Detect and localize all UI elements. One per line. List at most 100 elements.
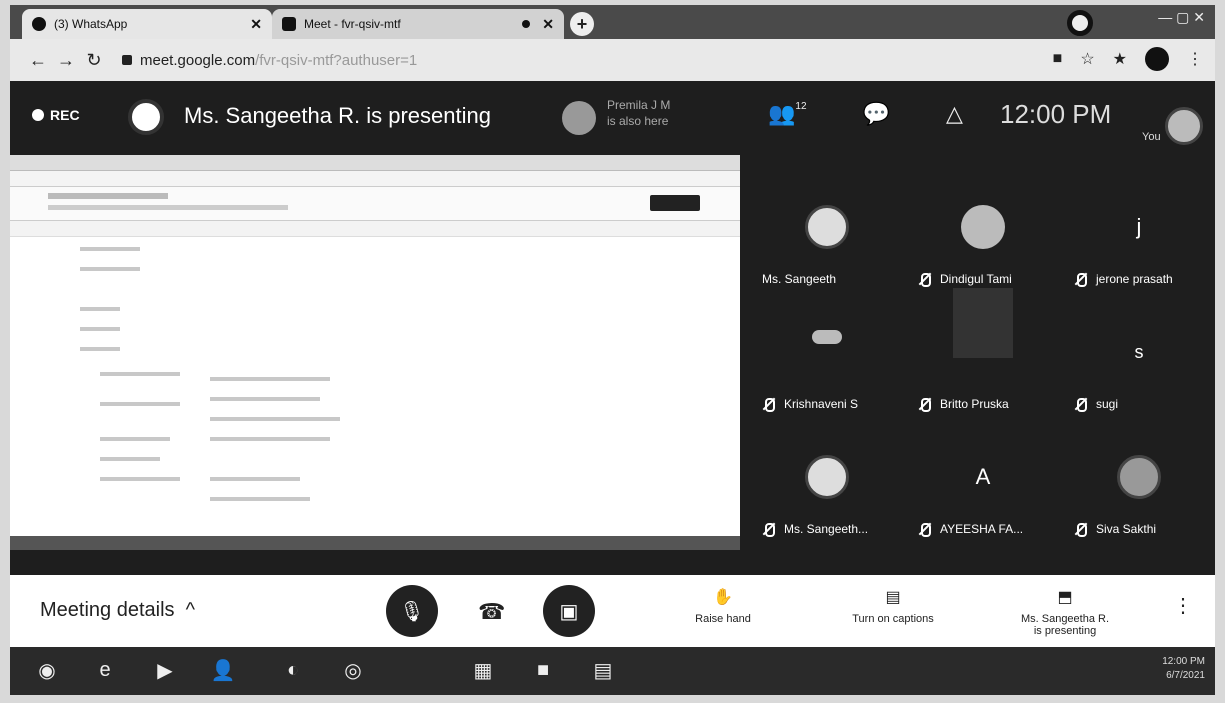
- participant-tile[interactable]: Siva Sakthi: [1064, 425, 1214, 550]
- star-icon[interactable]: ☆: [1080, 49, 1094, 69]
- participant-tile[interactable]: A AYEESHA FA...: [908, 425, 1058, 550]
- shared-toolbar: [10, 221, 740, 237]
- user-app-icon[interactable]: 👤: [208, 655, 238, 685]
- participant-name-row: Britto Pruska: [918, 397, 1009, 412]
- os-taskbar: ◉ e ▶ 👤 ◐ ◎ ▦ ■ ▤ 12:00 PM 6/7/2021: [10, 647, 1215, 695]
- participant-name: Siva Sakthi: [1096, 522, 1157, 536]
- participant-avatar: j: [1136, 214, 1142, 239]
- participant-video: [953, 288, 1013, 358]
- lock-icon: [122, 55, 132, 65]
- meeting-details-button[interactable]: Meeting details ^: [40, 599, 195, 622]
- participant-name-row: Siva Sakthi: [1074, 522, 1157, 537]
- camera-toggle-button[interactable]: ▣: [543, 585, 595, 637]
- recording-badge: REC: [32, 107, 80, 123]
- shared-share-button: [650, 195, 700, 211]
- window-controls[interactable]: — ▢ ✕: [1105, 9, 1205, 33]
- system-tray[interactable]: 12:00 PM 6/7/2021: [1162, 655, 1205, 683]
- account-avatar[interactable]: [1145, 47, 1169, 71]
- menu-icon[interactable]: ⋮: [1187, 49, 1203, 69]
- media-player-icon[interactable]: ▶: [150, 655, 180, 685]
- url-path: /fvr-qsiv-mtf?authuser=1: [255, 51, 418, 69]
- participant-name: Ms. Sangeeth: [762, 272, 837, 286]
- presenting-note: is presenting: [1033, 625, 1097, 637]
- chat-icon[interactable]: 💬: [863, 101, 890, 127]
- close-icon[interactable]: ✕: [250, 16, 262, 33]
- back-icon[interactable]: ←: [24, 50, 52, 71]
- participant-tile[interactable]: Dindigul Tami: [908, 175, 1058, 300]
- browser-actions: ■ ☆ ★ ⋮: [1053, 47, 1203, 71]
- profile-icon[interactable]: [1067, 10, 1093, 36]
- firefox-icon[interactable]: ◐: [278, 655, 308, 685]
- participant-name-row: sugi: [1074, 397, 1118, 412]
- record-dot-icon: [32, 109, 44, 121]
- present-screen-icon: ⬒: [1057, 589, 1073, 606]
- shared-doc-title: [48, 193, 168, 199]
- participant-name: Krishnaveni S: [784, 397, 859, 411]
- hand-icon: ✋: [713, 589, 733, 606]
- also-here-note: is also here: [607, 114, 669, 128]
- raise-hand-button[interactable]: ✋ Raise hand: [678, 587, 768, 625]
- mic-toggle-button[interactable]: 🎙: [386, 585, 438, 637]
- participant-avatar: A: [975, 464, 991, 489]
- activities-icon[interactable]: △: [946, 101, 963, 127]
- captions-icon: ▤: [885, 589, 901, 606]
- chrome-icon[interactable]: ◎: [338, 655, 368, 685]
- recording-indicator-icon: [522, 20, 531, 28]
- tab-meet[interactable]: Meet - fvr-qsiv-mtf ✕: [272, 9, 564, 39]
- participant-tile[interactable]: j jerone prasath: [1064, 175, 1214, 300]
- meeting-clock: 12:00 PM: [1000, 99, 1112, 129]
- also-here-name: Premila J M: [607, 98, 671, 112]
- participant-tile[interactable]: Ms. Sangeeth: [752, 175, 902, 300]
- reload-icon[interactable]: ↻: [80, 50, 108, 71]
- forward-icon[interactable]: →: [52, 50, 80, 71]
- also-here-avatar: [562, 101, 596, 135]
- participant-tile[interactable]: Britto Pruska: [908, 288, 1058, 425]
- participant-tile[interactable]: s sugi: [1064, 300, 1214, 425]
- participant-tile[interactable]: Krishnaveni S: [752, 300, 902, 425]
- captions-button[interactable]: ▤ Turn on captions: [828, 587, 958, 625]
- shared-taskbar: [10, 536, 740, 550]
- new-tab-button[interactable]: +: [570, 12, 594, 36]
- whatsapp-icon: [32, 17, 46, 31]
- tray-time: 12:00 PM: [1162, 656, 1205, 667]
- internet-explorer-icon[interactable]: e: [90, 655, 120, 685]
- people-icon: 👥: [768, 101, 796, 126]
- calendar-icon[interactable]: ▦: [468, 655, 498, 685]
- mic-off-icon: [918, 273, 931, 287]
- participant-name-row: Krishnaveni S: [762, 397, 859, 412]
- extensions-icon[interactable]: ★: [1113, 49, 1127, 69]
- presenting-name: Ms. Sangeetha R.: [1020, 613, 1110, 625]
- participant-name-row: Ms. Sangeeth: [762, 272, 836, 286]
- url-field[interactable]: meet.google.com/fvr-qsiv-mtf?authuser=1: [122, 52, 417, 69]
- presenting-button[interactable]: ⬒ Ms. Sangeetha R. is presenting: [1000, 587, 1130, 637]
- captions-label: Turn on captions: [852, 613, 934, 625]
- participant-name: Britto Pruska: [940, 397, 1009, 411]
- participant-name: Ms. Sangeeth...: [784, 522, 869, 536]
- mic-off-icon: [762, 398, 775, 412]
- video-app-icon[interactable]: ■: [528, 655, 558, 685]
- camera-indicator-icon[interactable]: ■: [1053, 50, 1063, 68]
- spreadsheet-icon[interactable]: ▤: [588, 655, 618, 685]
- address-bar: ← → ↻ meet.google.com/fvr-qsiv-mtf?authu…: [10, 39, 1215, 81]
- meet-header-actions: 👥12 💬 △: [768, 101, 963, 127]
- tab-label: Meet - fvr-qsiv-mtf: [304, 17, 401, 31]
- self-avatar[interactable]: [1165, 107, 1203, 145]
- meet-header: REC Ms. Sangeetha R. is presenting Premi…: [10, 81, 1215, 155]
- people-button[interactable]: 👥12: [768, 101, 807, 127]
- participant-tile[interactable]: Ms. Sangeeth...: [752, 425, 902, 550]
- hang-up-button[interactable]: ☎: [478, 599, 505, 625]
- meeting-details-label: Meeting details: [40, 599, 175, 621]
- phone-icon: ☎: [478, 599, 506, 624]
- more-options-icon[interactable]: ⋮: [1173, 593, 1193, 618]
- participant-name: AYEESHA FA...: [940, 522, 1024, 536]
- close-icon[interactable]: ✕: [542, 16, 554, 33]
- raise-hand-label: Raise hand: [695, 613, 751, 625]
- participant-name-row: Ms. Sangeeth...: [762, 522, 869, 537]
- mic-off-icon: [1074, 398, 1087, 412]
- tab-whatsapp[interactable]: (3) WhatsApp ✕: [22, 9, 272, 39]
- mic-off-icon: [762, 523, 775, 537]
- shared-doc-header: [10, 187, 740, 221]
- start-icon[interactable]: ◉: [32, 655, 62, 685]
- camera-off-icon: ▣: [559, 600, 579, 623]
- url-host: meet.google.com: [140, 51, 256, 69]
